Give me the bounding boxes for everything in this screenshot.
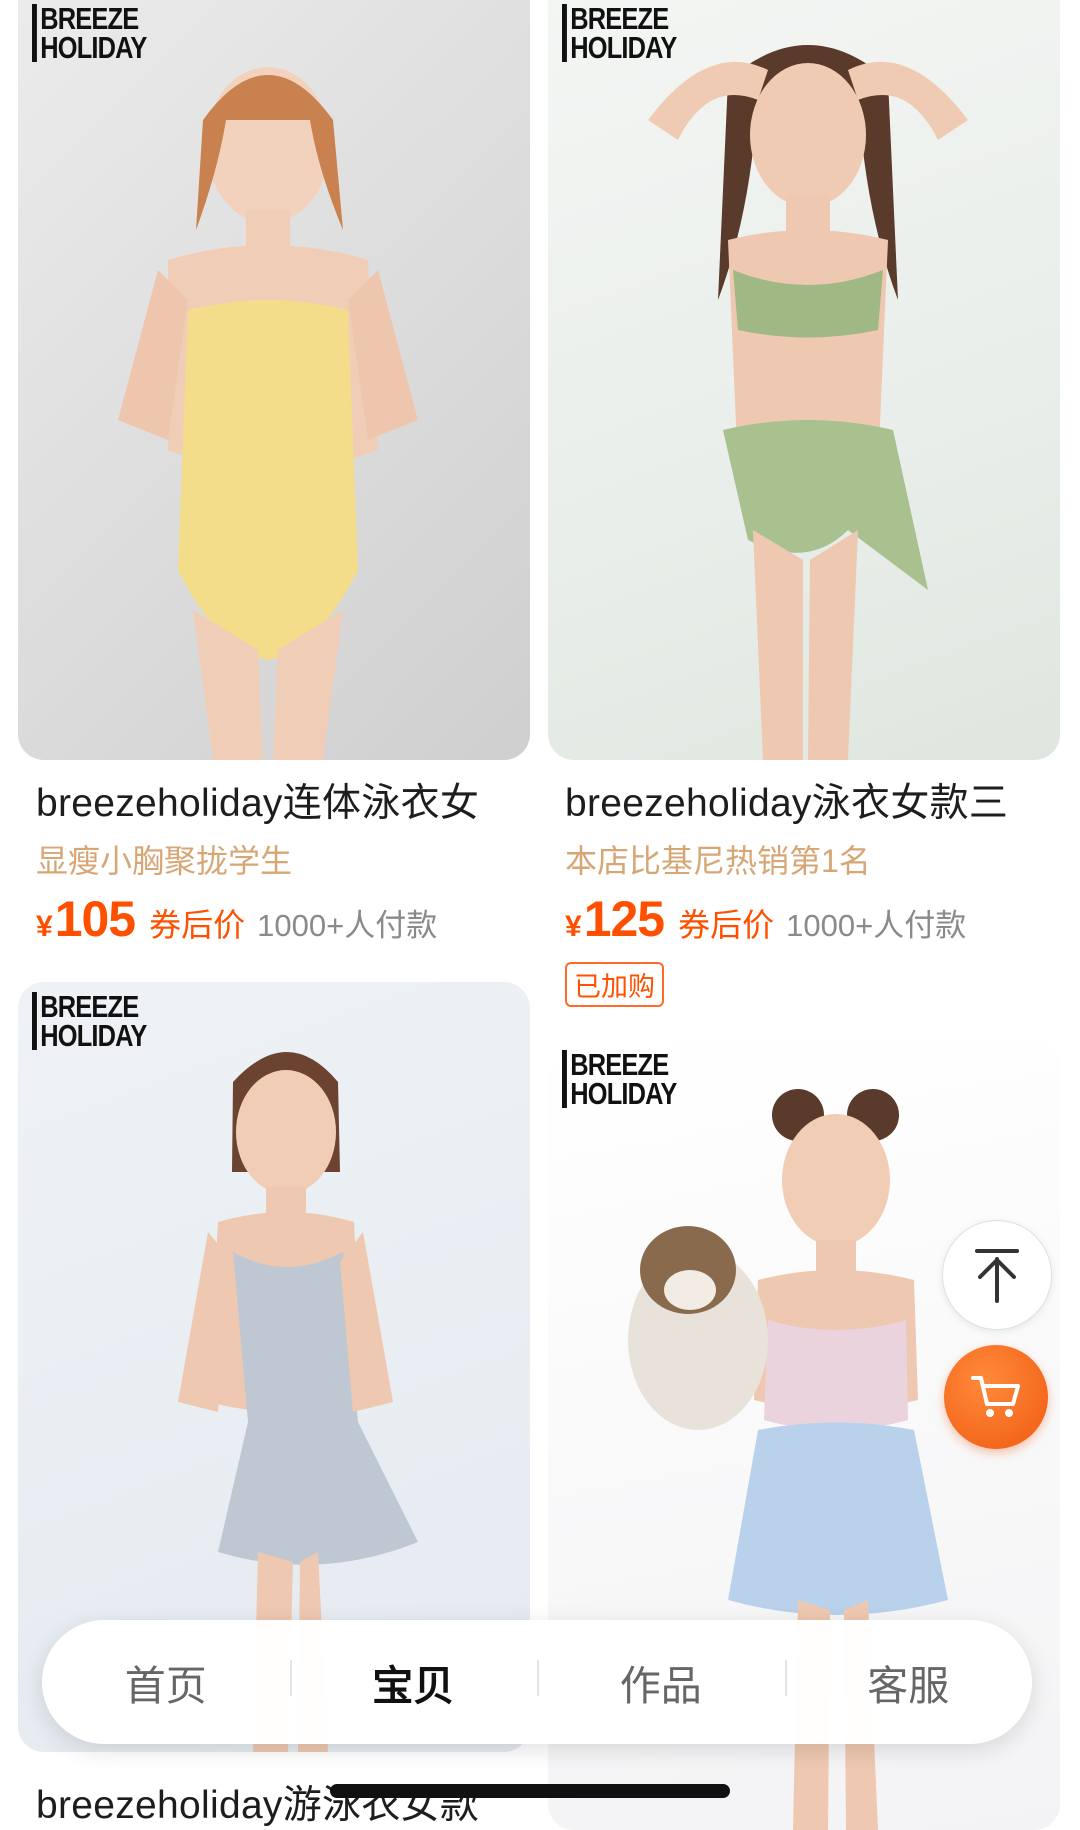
product-title-1[interactable]: breezeholiday连体泳衣女 [36,772,479,828]
product-subtitle-1: 显瘦小胸聚拢学生 [36,843,293,879]
product-image-2[interactable]: BREEZE HOLIDAY [548,0,1060,760]
price-row-2: ¥ 125 券后价 1000+人付款 [565,890,966,948]
price-value: 105 [54,891,136,947]
model-photo-yellow-swimsuit [118,67,418,760]
product-subtitle-2: 本店比基尼热销第1名 [565,843,871,879]
home-indicator[interactable] [330,1784,730,1798]
price-value: 125 [583,891,665,947]
cart-icon [971,1376,1020,1417]
price-note: 券后价 [678,907,775,943]
tab-works[interactable]: 作品 [537,1652,785,1712]
bottom-tab-bar: 首页 宝贝 作品 客服 [42,1620,1032,1744]
product-title-3[interactable]: breezeholiday游泳衣女款 [36,1774,479,1830]
product-title-2[interactable]: breezeholiday泳衣女款三 [565,772,1008,828]
cart-button[interactable] [944,1345,1048,1449]
sold-count: 1000+人付款 [786,908,967,943]
tab-customer-service[interactable]: 客服 [784,1652,1033,1712]
arrow-up-to-top-icon [975,1249,1019,1303]
tab-products[interactable]: 宝贝 [289,1652,538,1712]
sold-count: 1000+人付款 [257,908,438,943]
added-to-cart-badge: 已加购 [565,962,664,1007]
back-to-top-button[interactable] [942,1220,1052,1330]
currency-symbol: ¥ [36,910,53,943]
model-photo-green-bikini [648,45,968,760]
currency-symbol: ¥ [565,910,582,943]
price-row-1: ¥ 105 券后价 1000+人付款 [36,890,437,948]
tab-home[interactable]: 首页 [42,1652,290,1712]
price-note: 券后价 [149,907,246,943]
product-image-1[interactable]: BREEZE HOLIDAY [18,0,530,760]
